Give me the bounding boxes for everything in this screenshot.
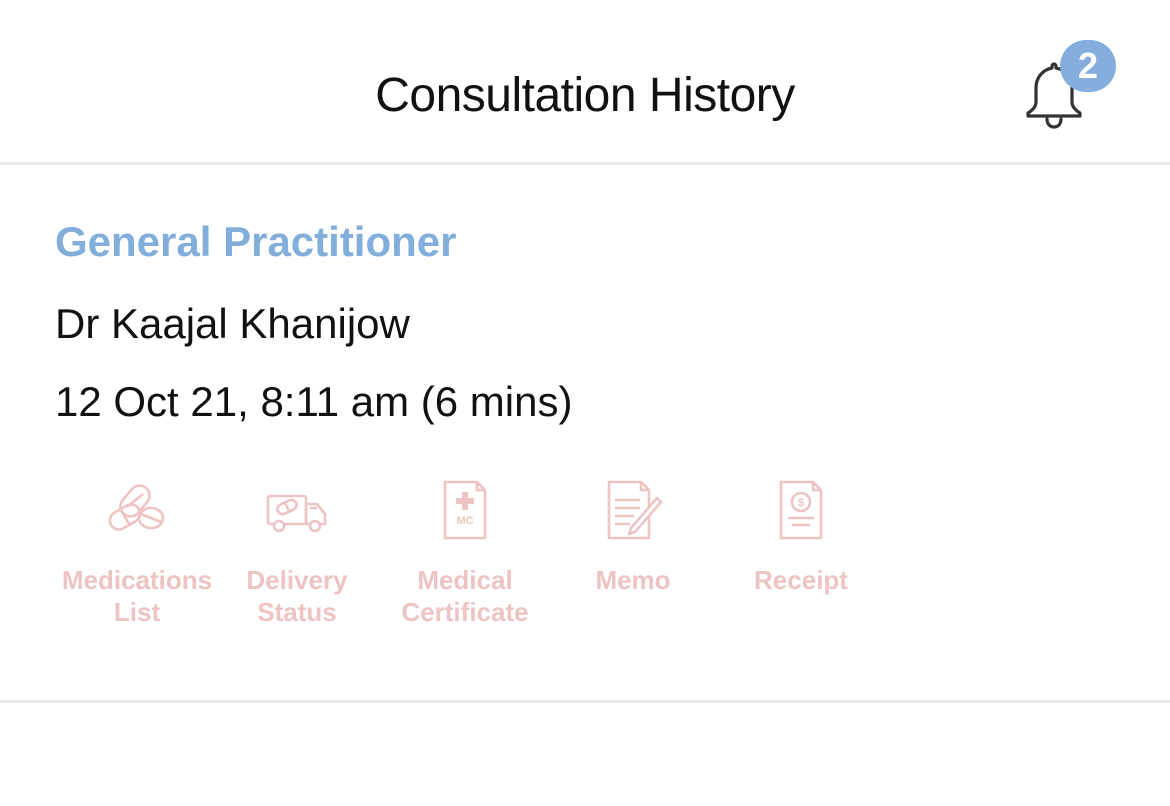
- delivery-status-label: Delivery Status: [246, 565, 348, 627]
- svg-text:MC: MC: [456, 515, 473, 527]
- memo-button[interactable]: Memo: [548, 478, 718, 596]
- receipt-icon: $: [779, 480, 823, 540]
- memo-icon: [607, 480, 663, 540]
- svg-text:$: $: [798, 497, 804, 509]
- consultation-card[interactable]: General Practitioner Dr Kaajal Khanijow …: [0, 165, 1170, 703]
- medications-list-label: Medications List: [61, 565, 213, 627]
- pills-icon: [108, 484, 165, 531]
- memo-label: Memo: [595, 565, 671, 595]
- receipt-label: Receipt: [754, 565, 848, 595]
- doctor-name: Dr Kaajal Khanijow: [55, 300, 410, 347]
- delivery-status-button[interactable]: Delivery Status: [212, 478, 382, 628]
- consultation-datetime: 12 Oct 21, 8:11 am (6 mins): [55, 378, 573, 425]
- medical-certificate-button[interactable]: MC Medical Certificate: [380, 478, 550, 628]
- medical-certificate-label: Medical Certificate: [401, 565, 529, 627]
- delivery-truck-icon: [266, 494, 327, 533]
- medical-certificate-icon: MC: [443, 480, 487, 540]
- specialty-title: General Practitioner: [55, 218, 457, 265]
- medications-list-button[interactable]: Medications List: [52, 478, 222, 628]
- receipt-button[interactable]: $ Receipt: [716, 478, 886, 596]
